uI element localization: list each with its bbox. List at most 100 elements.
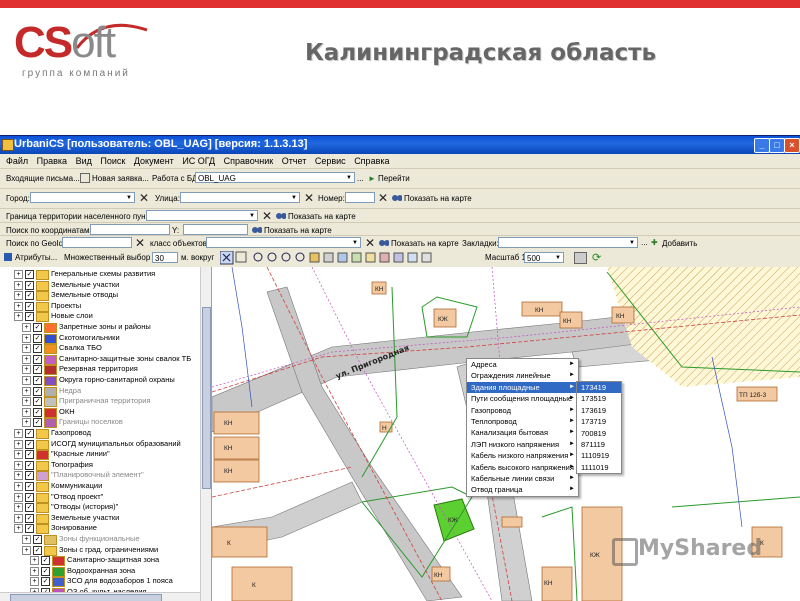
expand-icon[interactable]: + xyxy=(14,450,23,460)
submenu-item[interactable]: 1110919 xyxy=(577,450,621,461)
show-on-map-coords-button[interactable]: Показать на карте xyxy=(264,226,332,235)
layer-tree-item[interactable]: + ✓ ОКН xyxy=(0,407,200,418)
layer-tree-item[interactable]: + ✓ Зонирование xyxy=(0,523,200,535)
menu-view[interactable]: Вид xyxy=(76,156,92,166)
layer-checkbox[interactable]: ✓ xyxy=(41,577,50,587)
coord-x-input[interactable] xyxy=(90,224,170,235)
menu-help[interactable]: Справка xyxy=(354,156,389,166)
submenu-item[interactable]: 173719 xyxy=(577,416,621,427)
submenu-item[interactable]: 1111019 xyxy=(577,462,621,473)
layer-tree-item[interactable]: + ✓ Округа горно-санитарной охраны xyxy=(0,375,200,386)
expand-icon[interactable]: + xyxy=(22,386,31,396)
layer-tree-item[interactable]: + ✓ Водоохранная зона xyxy=(0,566,200,577)
attributes-button[interactable]: Атрибуты... xyxy=(15,253,57,262)
go-arrow-icon[interactable]: ► xyxy=(368,174,376,183)
layer-checkbox[interactable]: ✓ xyxy=(33,535,42,544)
layer-checkbox[interactable]: ✓ xyxy=(33,386,42,396)
expand-icon[interactable]: + xyxy=(14,429,23,438)
layer-checkbox[interactable]: ✓ xyxy=(33,545,42,555)
expand-icon[interactable]: + xyxy=(30,577,39,587)
city-select[interactable]: ▼ xyxy=(30,192,135,203)
layer-checkbox[interactable]: ✓ xyxy=(33,354,42,364)
expand-icon[interactable]: + xyxy=(14,471,23,481)
layer-checkbox[interactable]: ✓ xyxy=(25,312,34,322)
binoculars-icon[interactable] xyxy=(252,224,262,234)
expand-icon[interactable]: + xyxy=(22,418,31,428)
layer-tree-item[interactable]: + ✓ "Отвод проект" xyxy=(0,492,200,503)
coord-y-input[interactable] xyxy=(183,224,248,235)
layer-tree-item[interactable]: + ✓ Скотомогильники xyxy=(0,333,200,344)
expand-icon[interactable]: + xyxy=(14,270,23,279)
street-select[interactable]: ▼ xyxy=(180,192,300,203)
show-on-map-border-button[interactable]: Показать на карте xyxy=(288,212,356,221)
menu-item-linear-fences[interactable]: Ограждения линейные ► xyxy=(467,370,578,381)
menu-item-heat-pipeline[interactable]: Теплопровод ► xyxy=(467,416,578,427)
expand-icon[interactable]: + xyxy=(14,460,23,470)
menu-item-low-voltage-cable[interactable]: Кабель низкого напряжения ► xyxy=(467,450,578,461)
add-bookmark-button[interactable]: Добавить xyxy=(662,239,697,248)
submenu-item[interactable]: 700819 xyxy=(577,428,621,439)
clear-number-icon[interactable]: ✕ xyxy=(378,191,388,205)
expand-icon[interactable]: + xyxy=(22,376,31,385)
layer-checkbox[interactable]: ✓ xyxy=(33,333,42,343)
layer-tree-item[interactable]: + ✓ Недра xyxy=(0,386,200,397)
menu-item-allotment-border[interactable]: Отвод граница ► xyxy=(467,484,578,495)
clear-border-icon[interactable]: ✕ xyxy=(262,209,272,223)
expand-icon[interactable]: + xyxy=(14,291,23,301)
maximize-icon[interactable]: □ xyxy=(769,138,785,153)
layer-tree-item[interactable]: + ✓ Зоны с град. ограничениями xyxy=(0,545,200,556)
submenu-item[interactable]: 871119 xyxy=(577,439,621,450)
menu-item-area-buildings[interactable]: Здания площадные ► xyxy=(467,381,578,394)
binoculars-icon[interactable] xyxy=(392,192,402,202)
layer-checkbox[interactable]: ✓ xyxy=(25,291,34,301)
layer-tree-item[interactable]: + ✓ Приграничная территория xyxy=(0,396,200,408)
layer-tree-item[interactable]: + ✓ Земельные участки xyxy=(0,280,200,291)
layer-tree-item[interactable]: + ✓ Земельные отводы xyxy=(0,290,200,302)
expand-icon[interactable]: + xyxy=(22,407,31,417)
layer-tree-item[interactable]: + ✓ Земельные участки xyxy=(0,513,200,524)
layer-tree-item[interactable]: + ✓ Границы поселков xyxy=(0,417,200,429)
clear-geoid-icon[interactable]: ✕ xyxy=(135,236,145,250)
expand-icon[interactable]: + xyxy=(14,492,23,502)
layer-tree-item[interactable]: + ✓ Свалка ТБО xyxy=(0,343,200,355)
binoculars-icon[interactable] xyxy=(379,237,389,247)
attributes-icon[interactable] xyxy=(4,253,12,261)
layer-checkbox[interactable]: ✓ xyxy=(25,482,34,491)
menu-document[interactable]: Документ xyxy=(134,156,174,166)
layer-checkbox[interactable]: ✓ xyxy=(33,418,42,428)
menu-item-high-voltage-cable[interactable]: Кабель высокого напряжения ► xyxy=(467,462,578,473)
layer-checkbox[interactable]: ✓ xyxy=(25,270,34,279)
number-input[interactable] xyxy=(345,192,375,203)
layer-tree-item[interactable]: + ✓ Топография xyxy=(0,460,200,471)
layer-checkbox[interactable]: ✓ xyxy=(25,471,34,481)
menu-report[interactable]: Отчет xyxy=(282,156,307,166)
expand-icon[interactable]: + xyxy=(30,556,39,566)
menu-item-addresses[interactable]: Адреса ► xyxy=(467,359,578,370)
layer-checkbox[interactable]: ✓ xyxy=(25,301,34,311)
layer-tree-item[interactable]: + ✓ Санитарно-защитные зоны свалок ТБ xyxy=(0,354,200,365)
add-icon[interactable]: ✚ xyxy=(651,238,658,247)
go-button[interactable]: Перейти xyxy=(378,174,410,183)
binoculars-icon[interactable] xyxy=(276,210,286,220)
layer-tree-item[interactable]: + ✓ "Красные линии" xyxy=(0,449,200,461)
expand-icon[interactable]: + xyxy=(22,344,31,354)
menu-item-gas-pipeline[interactable]: Газопровод ► xyxy=(467,405,578,416)
border-select[interactable]: ▼ xyxy=(146,210,258,221)
layer-tree-item[interactable]: + ✓ Газопровод xyxy=(0,428,200,439)
tree-vertical-scrollbar[interactable] xyxy=(200,267,211,601)
scroll-thumb[interactable] xyxy=(202,307,211,489)
layer-checkbox[interactable]: ✓ xyxy=(33,323,42,332)
ellipsis-button[interactable]: ... xyxy=(357,174,364,183)
expand-icon[interactable]: + xyxy=(14,503,23,513)
expand-icon[interactable]: + xyxy=(22,545,31,555)
layer-checkbox[interactable]: ✓ xyxy=(33,407,42,417)
expand-icon[interactable]: + xyxy=(22,333,31,343)
expand-icon[interactable]: + xyxy=(22,323,31,332)
layer-checkbox[interactable]: ✓ xyxy=(41,556,50,566)
refresh-map-icon[interactable]: ⟳ xyxy=(592,251,601,264)
new-doc-icon[interactable] xyxy=(80,173,90,183)
layer-checkbox[interactable]: ✓ xyxy=(25,280,34,290)
minimize-icon[interactable]: _ xyxy=(754,138,770,153)
layer-checkbox[interactable]: ✓ xyxy=(25,439,34,449)
menu-item-comm-cables[interactable]: Кабельные линии связи ► xyxy=(467,473,578,484)
